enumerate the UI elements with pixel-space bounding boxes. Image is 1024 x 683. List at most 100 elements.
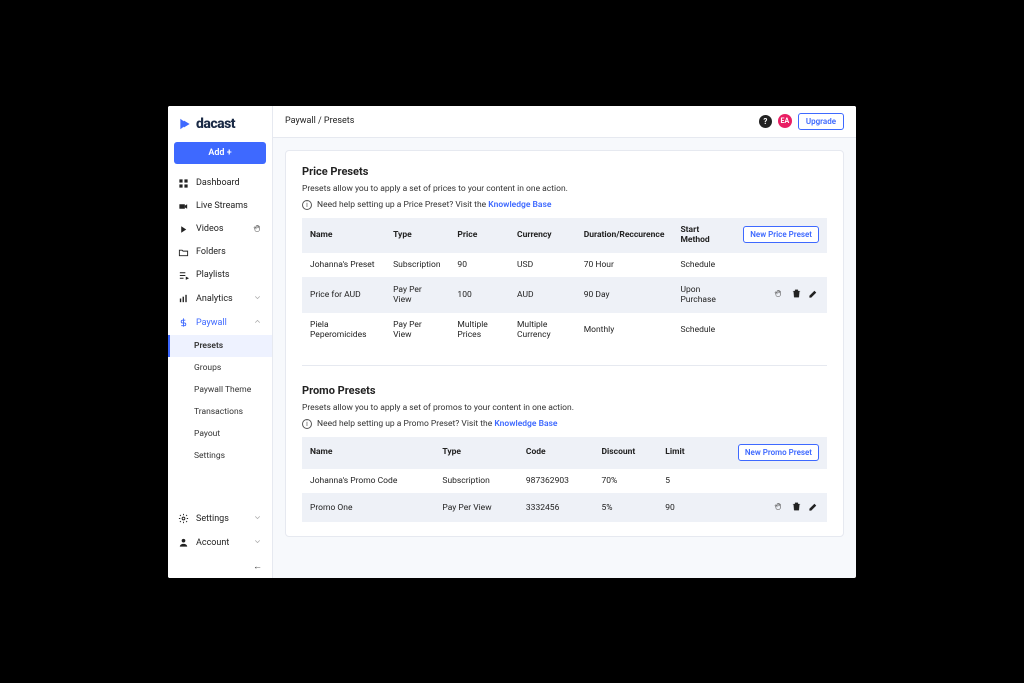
cursor-icon — [253, 224, 262, 235]
edit-button[interactable] — [808, 501, 819, 515]
table-row[interactable]: Johanna's PresetSubscription90USD70 Hour… — [302, 252, 827, 277]
sidebar-item-videos[interactable]: Videos — [168, 218, 272, 241]
promo-presets-title: Promo Presets — [302, 384, 827, 397]
play-icon — [178, 224, 189, 235]
cursor-icon — [774, 289, 783, 300]
sidebar-item-analytics[interactable]: Analytics — [168, 287, 272, 311]
price-help-text: Need help setting up a Price Preset? Vis… — [317, 200, 488, 210]
column-header: Name — [302, 218, 385, 253]
content: Price Presets Presets allow you to apply… — [273, 138, 856, 549]
sidebar-item-label: Playlists — [196, 270, 230, 280]
column-header: Type — [434, 437, 518, 469]
sidebar-item-folders[interactable]: Folders — [168, 241, 272, 264]
sidebar-item-label: Settings — [196, 514, 229, 524]
sidebar-item-playlists[interactable]: Playlists — [168, 264, 272, 287]
chevron-up-icon — [253, 317, 262, 329]
sidebar-item-live-streams[interactable]: Live Streams — [168, 195, 272, 218]
table-cell: USD — [509, 252, 576, 277]
table-cell: Multiple Prices — [449, 312, 509, 347]
sidebar-item-label: Presets — [194, 341, 223, 351]
sidebar-item-label: Dashboard — [196, 178, 240, 188]
table-cell: Johanna's Preset — [302, 252, 385, 277]
table-cell: Subscription — [434, 468, 518, 493]
add-button[interactable]: Add + — [174, 142, 266, 164]
sidebar-item-label: Groups — [194, 363, 221, 373]
edit-button[interactable] — [808, 288, 819, 302]
cursor-icon — [774, 502, 783, 513]
table-cell: 90 — [657, 493, 702, 522]
chevron-down-icon — [253, 293, 262, 305]
table-row[interactable]: Piela PeperomicidesPay Per ViewMultiple … — [302, 312, 827, 347]
sidebar-item-label: Folders — [196, 247, 226, 257]
sidebar-subnav: Presets Groups Paywall Theme Transactions Pa… — [168, 335, 272, 467]
brand-name: dacast — [196, 116, 235, 132]
knowledge-base-link[interactable]: Knowledge Base — [488, 200, 551, 210]
table-cell: 70 Hour — [576, 252, 673, 277]
info-icon: i — [302, 419, 312, 429]
info-icon: i — [302, 200, 312, 210]
column-header: Limit — [657, 437, 702, 469]
table-cell: Upon Purchase — [672, 277, 735, 312]
analytics-icon — [178, 293, 189, 304]
sidebar-item-label: Paywall — [196, 318, 227, 328]
sidebar-item-account[interactable]: Account — [168, 531, 272, 555]
sidebar-subitem-settings[interactable]: Settings — [168, 445, 272, 467]
avatar[interactable]: EA — [778, 114, 792, 128]
table-cell: 987362903 — [518, 468, 594, 493]
sidebar-subitem-payout[interactable]: Payout — [168, 423, 272, 445]
help-icon[interactable]: ? — [759, 115, 772, 128]
arrow-left-icon: ← — [253, 562, 262, 572]
table-cell: Pay Per View — [385, 312, 449, 347]
column-header: Type — [385, 218, 449, 253]
table-cell: Johanna's Promo Code — [302, 468, 434, 493]
table-cell: 70% — [594, 468, 658, 493]
sidebar-item-dashboard[interactable]: Dashboard — [168, 172, 272, 195]
column-header: Price — [449, 218, 509, 253]
delete-button[interactable] — [791, 288, 802, 302]
app-window: dacast Add + Dashboard Live Streams Videos… — [168, 106, 856, 578]
table-row[interactable]: Price for AUDPay Per View100AUD90 DayUpo… — [302, 277, 827, 312]
sidebar-item-settings[interactable]: Settings — [168, 507, 272, 531]
sidebar-item-label: Paywall Theme — [194, 385, 251, 395]
price-presets-desc: Presets allow you to apply a set of pric… — [302, 184, 827, 194]
table-cell: Pay Per View — [434, 493, 518, 522]
sidebar-subitem-presets[interactable]: Presets — [168, 335, 272, 357]
sidebar-subitem-transactions[interactable]: Transactions — [168, 401, 272, 423]
new-promo-preset-button[interactable]: New Promo Preset — [738, 444, 819, 461]
dashboard-icon — [178, 178, 189, 189]
table-row[interactable]: Promo OnePay Per View33324565%90 — [302, 493, 827, 522]
upgrade-button[interactable]: Upgrade — [798, 113, 844, 130]
playlist-icon — [178, 270, 189, 281]
promo-presets-table: NameTypeCodeDiscountLimitNew Promo Prese… — [302, 437, 827, 522]
table-cell: 90 Day — [576, 277, 673, 312]
table-cell: Pay Per View — [385, 277, 449, 312]
table-cell: Piela Peperomicides — [302, 312, 385, 347]
sidebar-subitem-paywall-theme[interactable]: Paywall Theme — [168, 379, 272, 401]
chevron-down-icon — [253, 513, 262, 525]
camera-icon — [178, 201, 189, 212]
price-presets-table: NameTypePriceCurrencyDuration/Reccurence… — [302, 218, 827, 347]
main-area: Paywall / Presets ? EA Upgrade Price Pre… — [273, 106, 856, 578]
gear-icon — [178, 513, 189, 524]
sidebar-item-paywall[interactable]: Paywall — [168, 311, 272, 335]
column-header: Currency — [509, 218, 576, 253]
table-cell: 90 — [449, 252, 509, 277]
table-cell: 100 — [449, 277, 509, 312]
table-cell: 5 — [657, 468, 702, 493]
presets-card: Price Presets Presets allow you to apply… — [285, 150, 844, 537]
table-cell: Price for AUD — [302, 277, 385, 312]
sidebar-item-label: Transactions — [194, 407, 243, 417]
new-price-preset-button[interactable]: New Price Preset — [743, 226, 819, 243]
table-cell: 3332456 — [518, 493, 594, 522]
table-cell: Subscription — [385, 252, 449, 277]
sidebar-subitem-groups[interactable]: Groups — [168, 357, 272, 379]
sidebar: dacast Add + Dashboard Live Streams Videos… — [168, 106, 273, 578]
table-cell: Monthly — [576, 312, 673, 347]
delete-button[interactable] — [791, 501, 802, 515]
knowledge-base-link[interactable]: Knowledge Base — [494, 419, 557, 429]
sidebar-item-label: Live Streams — [196, 201, 248, 211]
sidebar-footer-nav: Settings Account — [168, 507, 272, 555]
column-header: Code — [518, 437, 594, 469]
collapse-sidebar-button[interactable]: ← — [168, 555, 272, 578]
table-row[interactable]: Johanna's Promo CodeSubscription98736290… — [302, 468, 827, 493]
